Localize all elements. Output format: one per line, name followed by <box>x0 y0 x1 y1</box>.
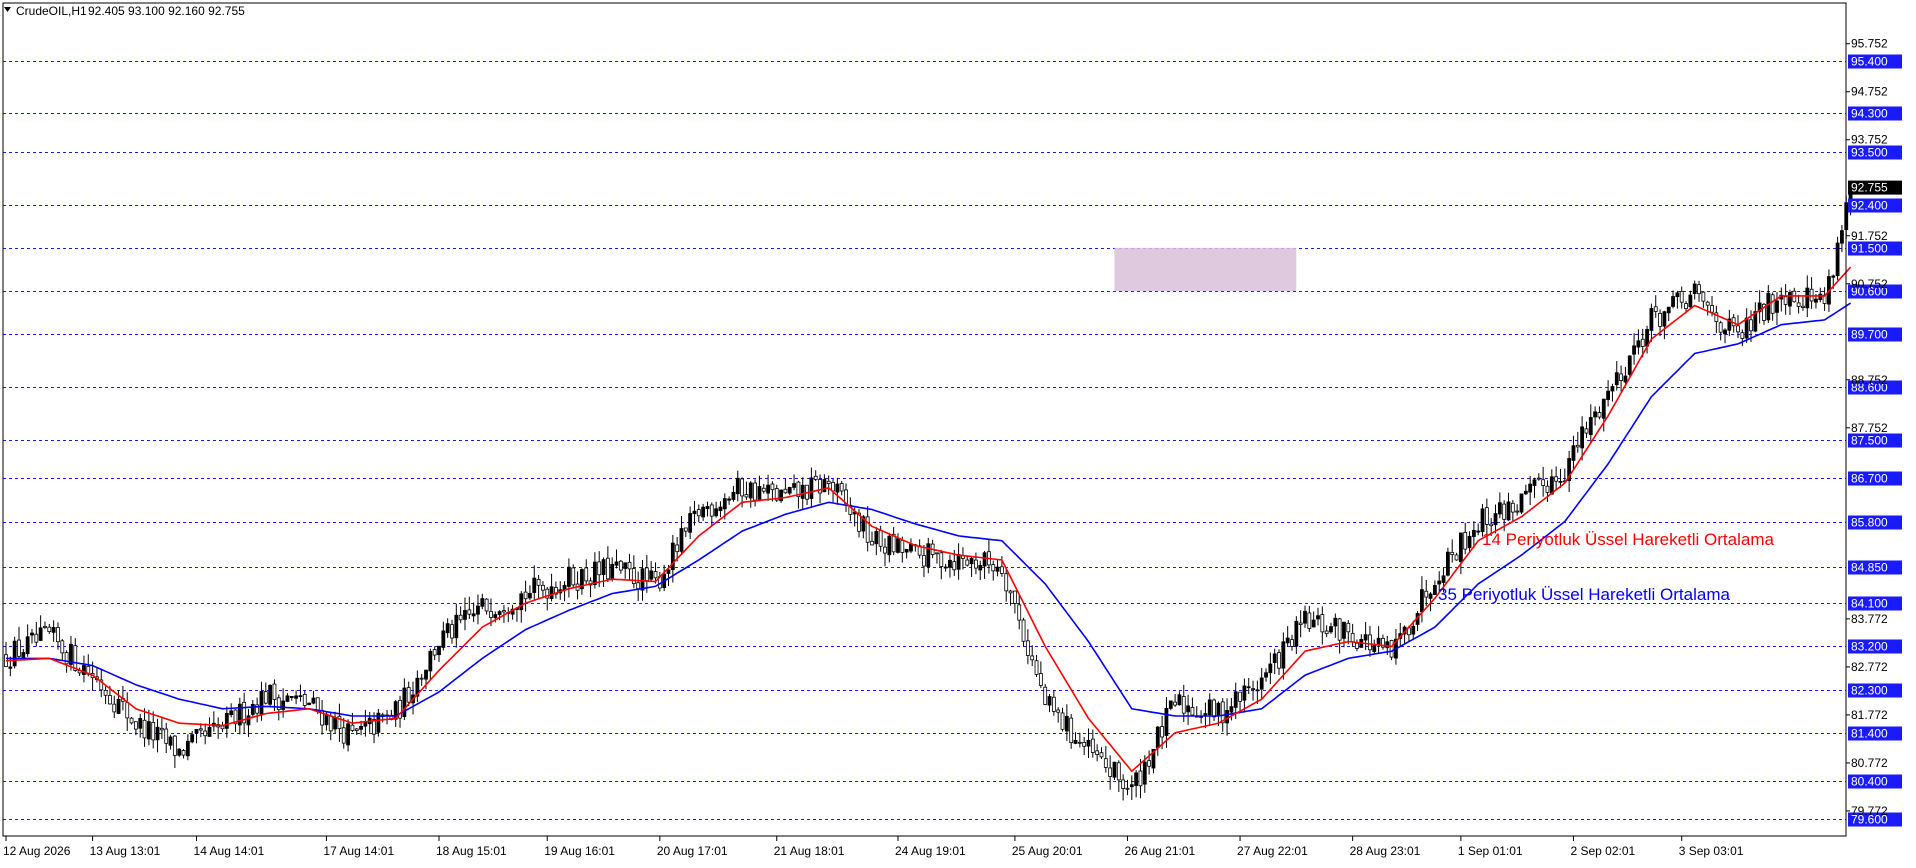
x-tick-label: 1 Sep 01:01 <box>1458 844 1523 858</box>
supply-zone-rect <box>1114 247 1297 292</box>
y-tick-label: 87.752 <box>1851 421 1888 435</box>
candle <box>177 748 182 757</box>
candle <box>779 489 783 503</box>
level-label: 85.800 <box>1851 516 1888 530</box>
x-tick-label: 14 Aug 14:01 <box>194 844 265 858</box>
candle <box>1835 236 1840 281</box>
candle <box>1519 493 1524 515</box>
level-label: 87.500 <box>1851 434 1888 448</box>
y-tick-label: 95.752 <box>1851 37 1888 51</box>
candle <box>376 709 381 737</box>
chart-background <box>0 0 1916 868</box>
y-tick-label: 83.772 <box>1851 612 1888 626</box>
level-label: 93.500 <box>1851 146 1888 160</box>
ohlc-values: 92.405 93.100 92.160 92.755 <box>88 4 245 18</box>
y-tick-label: 91.752 <box>1851 229 1888 243</box>
level-label: 84.100 <box>1851 597 1888 611</box>
level-label: 86.700 <box>1851 472 1888 486</box>
level-label: 84.850 <box>1851 561 1888 575</box>
x-tick-label: 25 Aug 20:01 <box>1012 844 1083 858</box>
x-tick-label: 24 Aug 19:01 <box>895 844 966 858</box>
x-tick-label: 21 Aug 18:01 <box>774 844 845 858</box>
level-label: 91.500 <box>1851 242 1888 256</box>
x-tick-label: 20 Aug 17:01 <box>657 844 728 858</box>
y-tick-label: 88.752 <box>1851 373 1888 387</box>
x-tick-label: 27 Aug 22:01 <box>1237 844 1308 858</box>
level-label: 81.400 <box>1851 727 1888 741</box>
candle <box>571 564 576 588</box>
level-label: 89.700 <box>1851 328 1888 342</box>
candle <box>1627 355 1632 377</box>
level-label: 80.400 <box>1851 775 1888 789</box>
price-chart[interactable]: 95.400 94.300 93.500 92.400 91.500 90.600 89.7… <box>0 0 1916 868</box>
y-tick-label: 90.752 <box>1851 277 1888 291</box>
y-tick-label: 80.772 <box>1851 756 1888 770</box>
x-tick-label: 3 Sep 03:01 <box>1679 844 1744 858</box>
symbol-timeframe: CrudeOIL,H1 <box>16 4 87 18</box>
level-label: 82.300 <box>1851 684 1888 698</box>
chart-canvas[interactable]: 95.40094.30093.50092.40091.50090.60089.7… <box>0 0 1916 868</box>
current-price-label: 92.755 <box>1851 181 1888 195</box>
candle <box>268 684 273 708</box>
x-tick-label: 17 Aug 14:01 <box>323 844 394 858</box>
level-label: 83.200 <box>1851 640 1888 654</box>
x-tick-label: 18 Aug 15:01 <box>436 844 507 858</box>
ema14-annotation: 14 Periyotluk Üssel Hareketli Ortalama <box>1482 530 1774 549</box>
candle <box>1043 684 1048 706</box>
resistance-zone <box>1114 247 1297 292</box>
level-label: 92.400 <box>1851 199 1888 213</box>
x-tick-label: 28 Aug 23:01 <box>1350 844 1421 858</box>
candle <box>12 636 17 669</box>
chart-header: CrudeOIL,H1 92.405 93.100 92.160 92.755 <box>4 4 245 18</box>
y-tick-label: 82.772 <box>1851 660 1888 674</box>
x-tick-label: 19 Aug 16:01 <box>544 844 615 858</box>
candle <box>1112 761 1117 780</box>
y-tick-label: 93.752 <box>1851 133 1888 147</box>
x-tick-label: 12 Aug 2026 <box>3 844 71 858</box>
candle <box>1445 547 1450 577</box>
level-label: 94.300 <box>1851 107 1888 121</box>
y-tick-label: 94.752 <box>1851 85 1888 99</box>
x-tick-label: 13 Aug 13:01 <box>90 844 161 858</box>
x-tick-label: 26 Aug 21:01 <box>1124 844 1195 858</box>
x-tick-label: 2 Sep 02:01 <box>1570 844 1635 858</box>
y-tick-label: 79.772 <box>1851 804 1888 818</box>
ema35-annotation: 35 Periyotluk Üssel Hareketli Ortalama <box>1438 585 1730 604</box>
y-tick-label: 81.772 <box>1851 708 1888 722</box>
level-label: 95.400 <box>1851 55 1888 69</box>
